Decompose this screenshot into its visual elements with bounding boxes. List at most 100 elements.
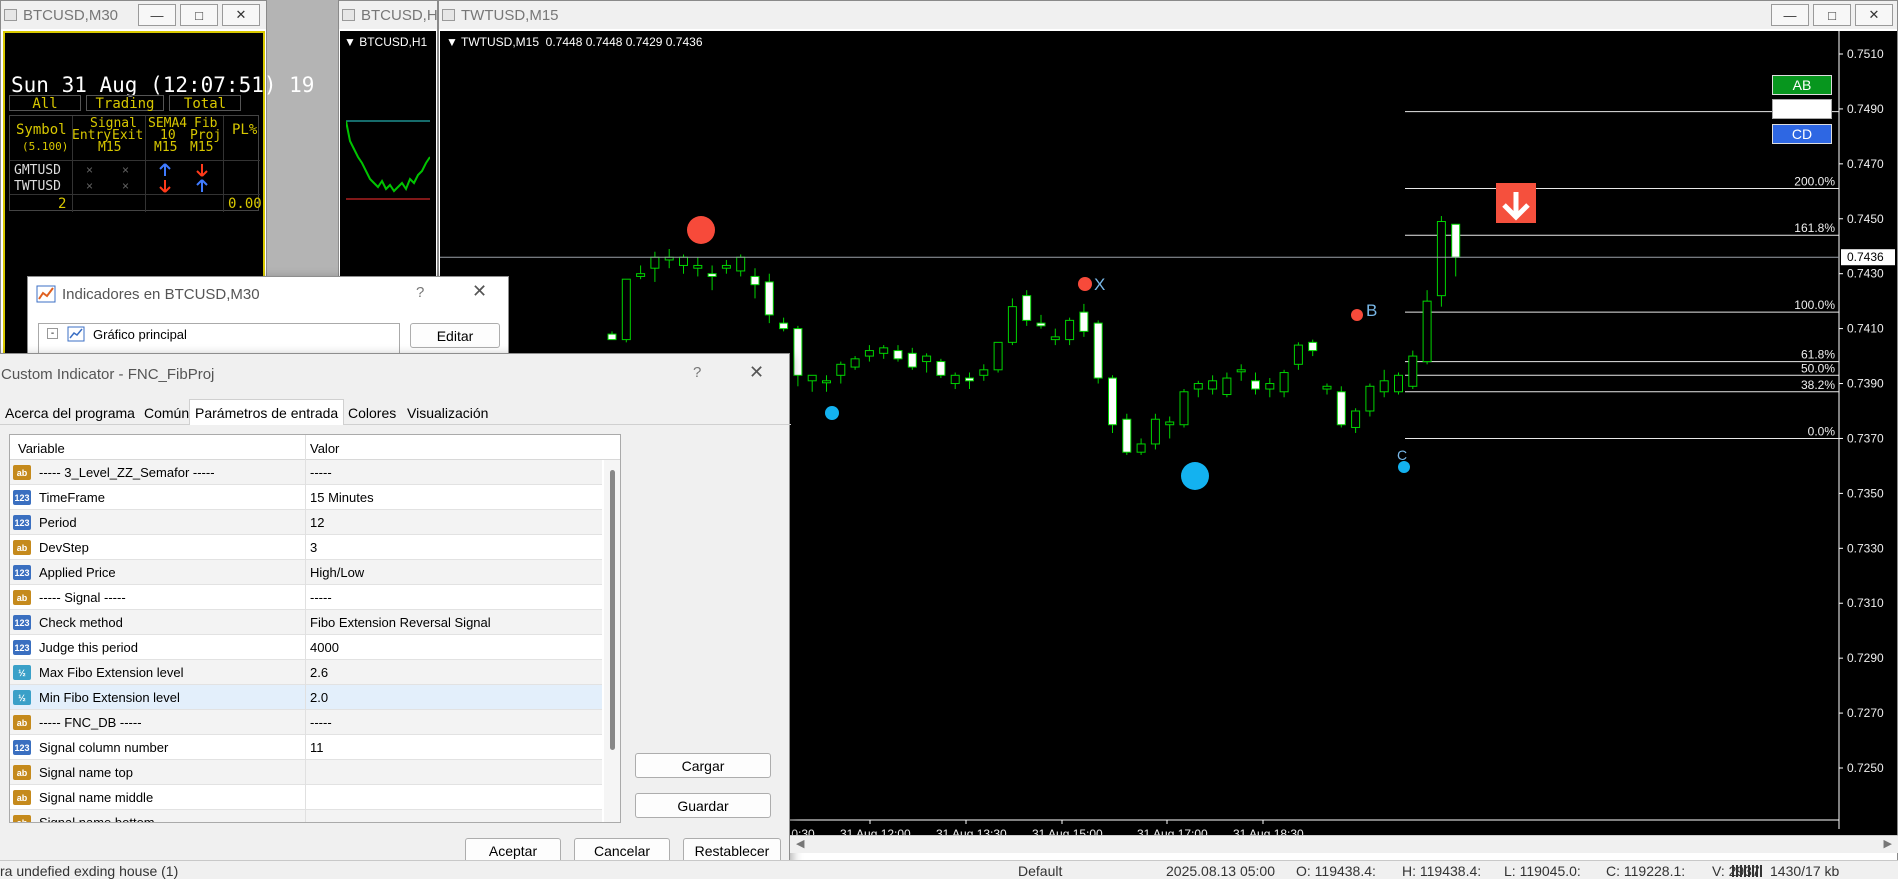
- candle-body: [979, 369, 989, 376]
- tab-trading[interactable]: Trading: [86, 95, 164, 112]
- window-title: BTCUSD,M30: [23, 6, 119, 24]
- price-tick-label: 0.7350: [1847, 486, 1884, 500]
- parameter-row[interactable]: ½ Min Fibo Extension level 2.0: [10, 685, 602, 710]
- status-high: H: 119438.4:: [1402, 863, 1482, 879]
- input-box[interactable]: [1772, 99, 1832, 119]
- chevron-right-icon[interactable]: ▶: [1884, 837, 1892, 850]
- candle-body: [707, 273, 717, 277]
- chart-scrollbar[interactable]: ◀ ▶: [790, 835, 1898, 853]
- price-axis-ticks: 0.7510 0.7490 0.7470 0.7450 0.7430 0.7410 0.73…: [1839, 47, 1884, 775]
- status-left: ra undefied exding house (1): [0, 863, 179, 879]
- maximize-button[interactable]: □: [180, 4, 218, 26]
- parameter-name: DevStep: [39, 540, 89, 555]
- tree-item-main-chart[interactable]: Gráfico principal: [93, 327, 187, 342]
- save-button[interactable]: Guardar: [635, 793, 771, 818]
- parameter-row[interactable]: ab Signal name top: [10, 760, 602, 785]
- close-button[interactable]: ✕: [749, 362, 764, 383]
- parameter-value[interactable]: Fibo Extension Reversal Signal: [310, 615, 491, 630]
- minimize-button[interactable]: —: [1771, 4, 1809, 26]
- pattern-label-x: X: [1094, 275, 1106, 294]
- parameter-row[interactable]: ab DevStep 3: [10, 535, 602, 560]
- price-tick-label: 0.7410: [1847, 322, 1884, 336]
- price-tick-label: 0.7270: [1847, 706, 1884, 720]
- parameter-row[interactable]: ab ----- FNC_DB ----- -----: [10, 710, 602, 735]
- parameter-name: Max Fibo Extension level: [39, 665, 184, 680]
- candle-body: [1408, 355, 1418, 387]
- minimize-button[interactable]: —: [138, 4, 176, 26]
- parameter-row[interactable]: 123 Judge this period 4000: [10, 635, 602, 660]
- price-tick-label: 0.7470: [1847, 157, 1884, 171]
- tab-common[interactable]: Común: [144, 405, 189, 421]
- edit-button[interactable]: Editar: [410, 323, 500, 348]
- close-button[interactable]: ✕: [1855, 4, 1893, 26]
- parameter-value[interactable]: 11: [310, 740, 324, 755]
- candle-body: [822, 380, 831, 384]
- candle-body: [1050, 336, 1060, 341]
- parameter-value[interactable]: 2.0: [310, 690, 328, 705]
- parameter-row[interactable]: 123 Applied Price High/Low: [10, 560, 602, 585]
- parameter-row[interactable]: ab Signal name middle: [10, 785, 602, 810]
- candle-body: [850, 358, 860, 368]
- parameter-row[interactable]: 123 Signal column number 11: [10, 735, 602, 760]
- parameter-row[interactable]: 123 Period 12: [10, 510, 602, 535]
- candle-body: [1007, 306, 1017, 343]
- parameter-value[interactable]: 12: [310, 515, 324, 530]
- candle-body: [1251, 380, 1260, 390]
- parameter-row[interactable]: 123 Check method Fibo Extension Reversal S…: [10, 610, 602, 635]
- chevron-left-icon[interactable]: ◀: [796, 837, 804, 850]
- tab-all[interactable]: All: [9, 95, 81, 112]
- parameter-value[interactable]: 15 Minutes: [310, 490, 374, 505]
- load-button[interactable]: Cargar: [635, 753, 771, 778]
- total-pl: 0.00: [228, 196, 262, 212]
- candle-body: [1236, 369, 1246, 373]
- tab-colors[interactable]: Colores: [348, 405, 396, 421]
- parameter-value[interactable]: -----: [310, 590, 332, 605]
- tab-visualization[interactable]: Visualización: [407, 405, 488, 421]
- scrollbar-thumb[interactable]: [610, 470, 615, 750]
- cd-button[interactable]: CD: [1772, 124, 1832, 144]
- parameter-row[interactable]: ab ----- 3_Level_ZZ_Semafor ----- -----: [10, 460, 602, 485]
- parameter-value[interactable]: -----: [310, 715, 332, 730]
- tab-total[interactable]: Total: [169, 95, 241, 112]
- parameter-value[interactable]: 4000: [310, 640, 339, 655]
- dialog-title: Indicadores en BTCUSD,M30: [62, 286, 260, 303]
- close-button[interactable]: ✕: [472, 281, 487, 302]
- parameter-row[interactable]: ab Signal name bottom: [10, 810, 602, 822]
- status-profile: Default: [1018, 863, 1063, 879]
- candle-body: [736, 256, 746, 272]
- status-open: O: 119438.4:: [1296, 863, 1376, 879]
- close-button[interactable]: ✕: [222, 4, 260, 26]
- parameter-row[interactable]: ½ Max Fibo Extension level 2.6: [10, 660, 602, 685]
- candle-body: [1150, 418, 1160, 445]
- custom-indicator-dialog: Custom Indicator - FNC_FibProj ? ✕ Acerc…: [0, 353, 791, 868]
- price-tick-label: 0.7330: [1847, 541, 1884, 555]
- status-bar: ra undefied exding house (1) Default 202…: [0, 860, 1898, 879]
- exit-mark: ×: [122, 179, 130, 193]
- maximize-button[interactable]: □: [1813, 4, 1851, 26]
- parameter-value[interactable]: -----: [310, 465, 332, 480]
- collapse-icon[interactable]: -: [47, 328, 58, 339]
- string-type-icon: ab: [13, 540, 31, 555]
- candle-body: [650, 256, 660, 269]
- swing-low-dot: [1181, 462, 1209, 490]
- parameter-value[interactable]: High/Low: [310, 565, 364, 580]
- double-type-icon: ½: [13, 690, 31, 705]
- parameter-value[interactable]: 3: [310, 540, 317, 555]
- window-titlebar[interactable]: BTCUSD,M30 — □ ✕: [1, 1, 266, 29]
- window-titlebar[interactable]: BTCUSD,H: [339, 1, 437, 29]
- parameter-name: TimeFrame: [39, 490, 105, 505]
- tab-inputs[interactable]: Parámetros de entrada: [189, 399, 345, 425]
- window-titlebar[interactable]: TWTUSD,M15 — □ ✕: [439, 1, 1897, 29]
- candle-body: [679, 256, 688, 266]
- parameter-row[interactable]: ab ----- Signal ----- -----: [10, 585, 602, 610]
- integer-type-icon: 123: [13, 515, 31, 530]
- scrollbar[interactable]: [604, 460, 620, 822]
- ab-button[interactable]: AB: [1772, 75, 1832, 95]
- tab-about[interactable]: Acerca del programa: [5, 405, 135, 421]
- candle-body: [965, 377, 974, 382]
- help-button[interactable]: ?: [693, 364, 701, 381]
- row-symbol-gmtusd: GMTUSD: [14, 163, 61, 178]
- parameter-row[interactable]: 123 TimeFrame 15 Minutes: [10, 485, 602, 510]
- parameter-value[interactable]: 2.6: [310, 665, 328, 680]
- help-button[interactable]: ?: [416, 284, 424, 301]
